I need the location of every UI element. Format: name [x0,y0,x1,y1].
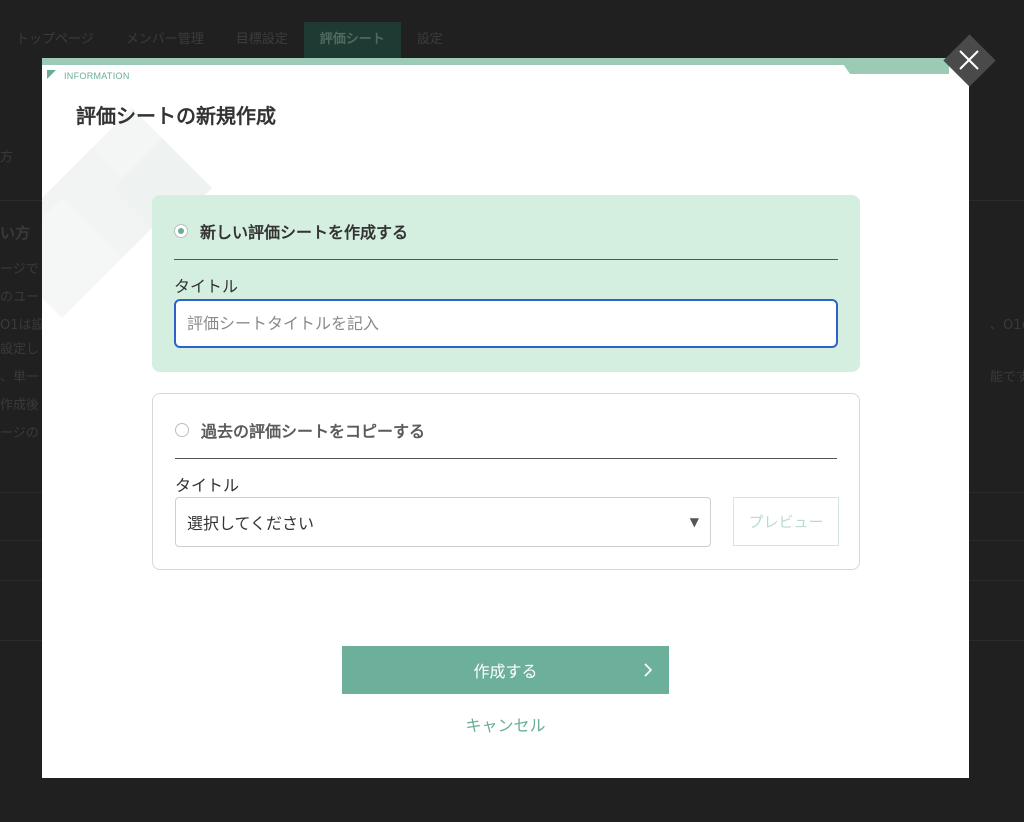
create-evaluation-sheet-modal: INFORMATION 評価シートの新規作成 新しい評価シートを作成する タイト… [42,58,969,778]
caret-down-icon: ▼ [689,515,699,529]
bg-fragment: 、単一 [0,370,40,385]
bg-fragment: い方 [0,224,31,242]
chevron-right-icon [644,663,653,677]
bg-fragment: 方 [0,150,14,165]
bg-tab-top: トップページ [16,32,94,47]
copy-sheet-option-panel: 過去の評価シートをコピーする タイトル 選択してください ▼ プレビュー [152,393,860,570]
copy-title-field-label: タイトル [175,476,240,495]
title-field-label: タイトル [174,277,239,296]
information-label: INFORMATION [64,71,130,81]
new-sheet-radio-label: 新しい評価シートを作成する [200,223,409,242]
modal-title: 評価シートの新規作成 [76,104,276,128]
bg-fragment: 設定し [0,342,40,357]
past-sheet-select[interactable]: 選択してください ▼ [175,497,711,547]
section-divider [174,259,838,260]
bg-tab-evaluation: 評価シート [303,22,401,58]
bg-fragment: O1は設 [0,318,45,333]
information-marker-icon [47,70,56,79]
sheet-title-input[interactable] [174,299,838,348]
modal-top-accent-tab [839,58,949,74]
new-sheet-radio-option[interactable]: 新しい評価シートを作成する [174,219,408,243]
new-sheet-option-panel: 新しい評価シートを作成する タイトル [152,195,860,372]
section-divider [175,458,837,459]
copy-sheet-radio-label: 過去の評価シートをコピーする [201,422,426,441]
bg-tab-goals: 目標設定 [235,32,288,47]
bg-fragment: 作成後 [0,398,40,413]
create-button-label: 作成する [473,662,538,681]
bg-fragment: 能です。 [990,370,1024,385]
bg-fragment: ージの [0,426,39,441]
preview-button[interactable]: プレビュー [733,497,839,546]
bg-fragment: 、O1の [990,318,1024,333]
copy-sheet-radio-option[interactable]: 過去の評価シートをコピーする [175,418,425,442]
background-tabs: トップページ メンバー管理 目標設定 評価シート 設定 [0,22,459,58]
copy-sheet-radio[interactable] [175,423,189,437]
bg-fragment: ージで [0,262,39,277]
modal-top-accent-bar [42,58,969,65]
create-button[interactable]: 作成する [342,646,669,694]
bg-tab-members: メンバー管理 [125,32,204,47]
bg-tab-settings: 設定 [416,32,443,47]
close-icon [959,50,979,70]
bg-fragment: のユー [0,290,40,305]
close-button[interactable] [942,33,996,87]
new-sheet-radio[interactable] [174,224,188,238]
cancel-link[interactable]: キャンセル [342,712,669,736]
past-sheet-select-value: 選択してください [187,514,315,533]
